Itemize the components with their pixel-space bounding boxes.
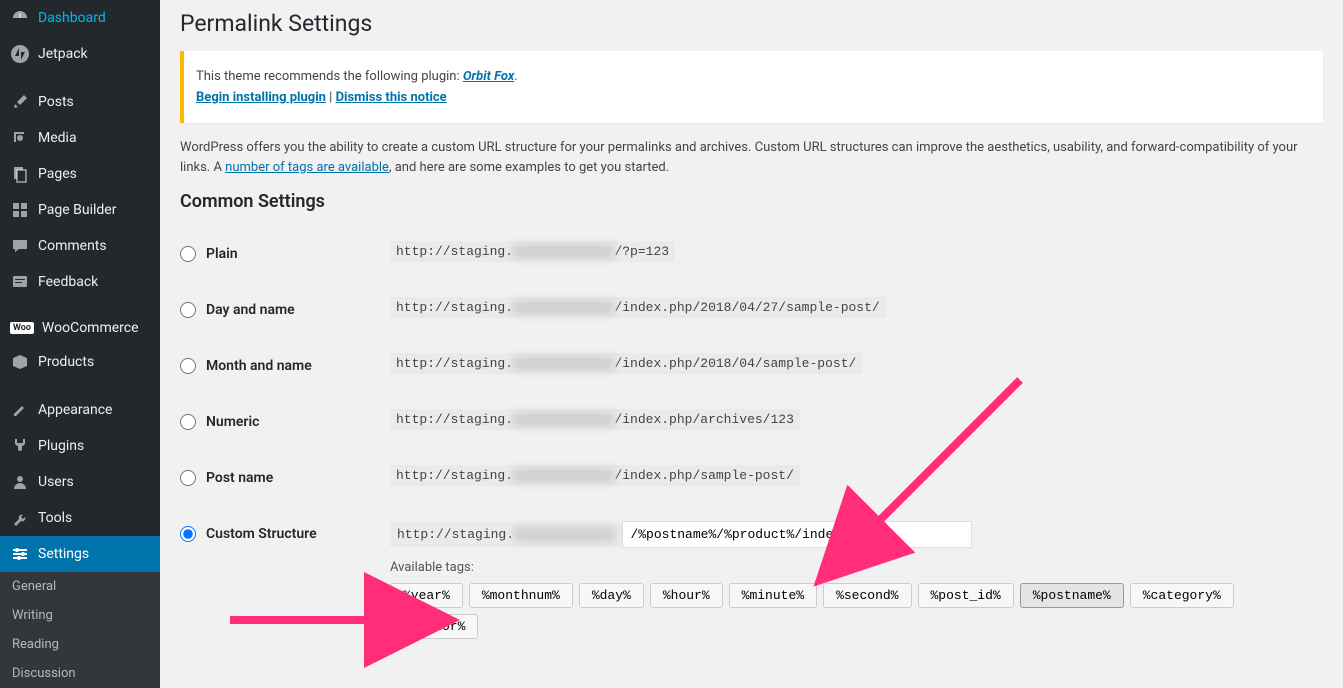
tag-minute[interactable]: %minute% — [729, 583, 817, 608]
tools-icon — [10, 508, 30, 528]
option-month-name[interactable]: Month and name — [180, 358, 370, 374]
sidebar-label: Page Builder — [38, 202, 116, 218]
tags-available-link[interactable]: number of tags are available — [225, 160, 389, 175]
url-example-day-name: http://staging.xxxxxxxxxxxxx/index.php/2… — [390, 297, 886, 318]
option-post-name[interactable]: Post name — [180, 470, 370, 486]
sidebar-label: Appearance — [38, 402, 112, 418]
custom-prefix: http://staging.xxxxxxxxxxxxx — [390, 522, 622, 547]
option-custom[interactable]: Custom Structure — [180, 526, 370, 542]
builder-icon — [10, 200, 30, 220]
sidebar-sub-general[interactable]: General — [0, 572, 160, 601]
url-example-plain: http://staging.xxxxxxxxxxxxx/?p=123 — [390, 241, 675, 262]
tag-day[interactable]: %day% — [579, 583, 644, 608]
url-example-post-name: http://staging.xxxxxxxxxxxxx/index.php/s… — [390, 465, 800, 486]
url-example-month-name: http://staging.xxxxxxxxxxxxx/index.php/2… — [390, 353, 862, 374]
feedback-icon — [10, 272, 30, 292]
sidebar-item-users[interactable]: Users — [0, 464, 160, 500]
description-text: WordPress offers you the ability to crea… — [180, 138, 1323, 177]
option-day-name[interactable]: Day and name — [180, 302, 370, 318]
sidebar-item-plugins[interactable]: Plugins — [0, 428, 160, 464]
common-settings-heading: Common Settings — [180, 191, 1323, 212]
option-plain[interactable]: Plain — [180, 246, 370, 262]
sidebar-label: Comments — [38, 238, 107, 254]
sidebar-label: Jetpack — [38, 46, 88, 62]
url-example-numeric: http://staging.xxxxxxxxxxxxx/index.php/a… — [390, 409, 800, 430]
sidebar-item-dashboard[interactable]: Dashboard — [0, 0, 160, 36]
appearance-icon — [10, 400, 30, 420]
sidebar-item-page-builder[interactable]: Page Builder — [0, 192, 160, 228]
sidebar-label: WooCommerce — [42, 320, 139, 336]
sidebar-label: Media — [38, 130, 77, 146]
sidebar-label: Settings — [38, 546, 89, 562]
jetpack-icon — [10, 44, 30, 64]
sidebar-item-settings[interactable]: Settings — [0, 536, 160, 572]
available-tags-label: Available tags: — [390, 560, 1313, 575]
plugins-icon — [10, 436, 30, 456]
sidebar-item-woocommerce[interactable]: Woo WooCommerce — [0, 312, 160, 344]
sidebar-label: Dashboard — [38, 10, 106, 26]
radio-day-name[interactable] — [180, 302, 196, 318]
sidebar-item-comments[interactable]: Comments — [0, 228, 160, 264]
settings-icon — [10, 544, 30, 564]
tag-post-id[interactable]: %post_id% — [918, 583, 1014, 608]
sidebar-label: Posts — [38, 94, 74, 110]
tag-second[interactable]: %second% — [823, 583, 911, 608]
products-icon — [10, 352, 30, 372]
plugin-link[interactable]: Orbit Fox — [463, 69, 514, 84]
comments-icon — [10, 236, 30, 256]
radio-numeric[interactable] — [180, 414, 196, 430]
admin-sidebar: Dashboard Jetpack Posts Media Pages Page… — [0, 0, 160, 688]
tag-monthnum[interactable]: %monthnum% — [469, 583, 573, 608]
sidebar-item-appearance[interactable]: Appearance — [0, 392, 160, 428]
users-icon — [10, 472, 30, 492]
install-plugin-link[interactable]: Begin installing plugin — [196, 90, 326, 105]
notice-text: This theme recommends the following plug… — [196, 69, 463, 84]
dashboard-icon — [10, 8, 30, 28]
sidebar-sub-reading[interactable]: Reading — [0, 630, 160, 659]
main-content: Permalink Settings This theme recommends… — [160, 0, 1343, 688]
sidebar-item-posts[interactable]: Posts — [0, 84, 160, 120]
sidebar-item-pages[interactable]: Pages — [0, 156, 160, 192]
dismiss-notice-link[interactable]: Dismiss this notice — [336, 90, 447, 105]
sidebar-item-products[interactable]: Products — [0, 344, 160, 380]
sidebar-item-jetpack[interactable]: Jetpack — [0, 36, 160, 72]
sidebar-sub-writing[interactable]: Writing — [0, 601, 160, 630]
sidebar-label: Products — [38, 354, 94, 370]
pin-icon — [10, 92, 30, 112]
tag-postname[interactable]: %postname% — [1020, 583, 1124, 608]
option-numeric[interactable]: Numeric — [180, 414, 370, 430]
permalink-options-table: Plain http://staging.xxxxxxxxxxxxx/?p=12… — [180, 226, 1323, 654]
tag-category[interactable]: %category% — [1130, 583, 1234, 608]
radio-post-name[interactable] — [180, 470, 196, 486]
sidebar-label: Users — [38, 474, 74, 490]
tag-author[interactable]: %author% — [390, 614, 478, 639]
page-title: Permalink Settings — [180, 10, 1323, 37]
plugin-notice: This theme recommends the following plug… — [180, 51, 1323, 123]
sidebar-item-media[interactable]: Media — [0, 120, 160, 156]
media-icon — [10, 128, 30, 148]
sidebar-label: Plugins — [38, 438, 84, 454]
pages-icon — [10, 164, 30, 184]
sidebar-item-tools[interactable]: Tools — [0, 500, 160, 536]
tag-year[interactable]: %year% — [390, 583, 463, 608]
tag-hour[interactable]: %hour% — [650, 583, 723, 608]
tags-row: %year% %monthnum% %day% %hour% %minute% … — [390, 583, 1313, 639]
radio-custom[interactable] — [180, 526, 196, 542]
custom-structure-input[interactable] — [622, 521, 972, 548]
sidebar-label: Pages — [38, 166, 77, 182]
sidebar-item-feedback[interactable]: Feedback — [0, 264, 160, 300]
sidebar-label: Tools — [38, 510, 72, 526]
radio-month-name[interactable] — [180, 358, 196, 374]
radio-plain[interactable] — [180, 246, 196, 262]
woo-icon: Woo — [10, 322, 34, 334]
sidebar-label: Feedback — [38, 274, 98, 290]
